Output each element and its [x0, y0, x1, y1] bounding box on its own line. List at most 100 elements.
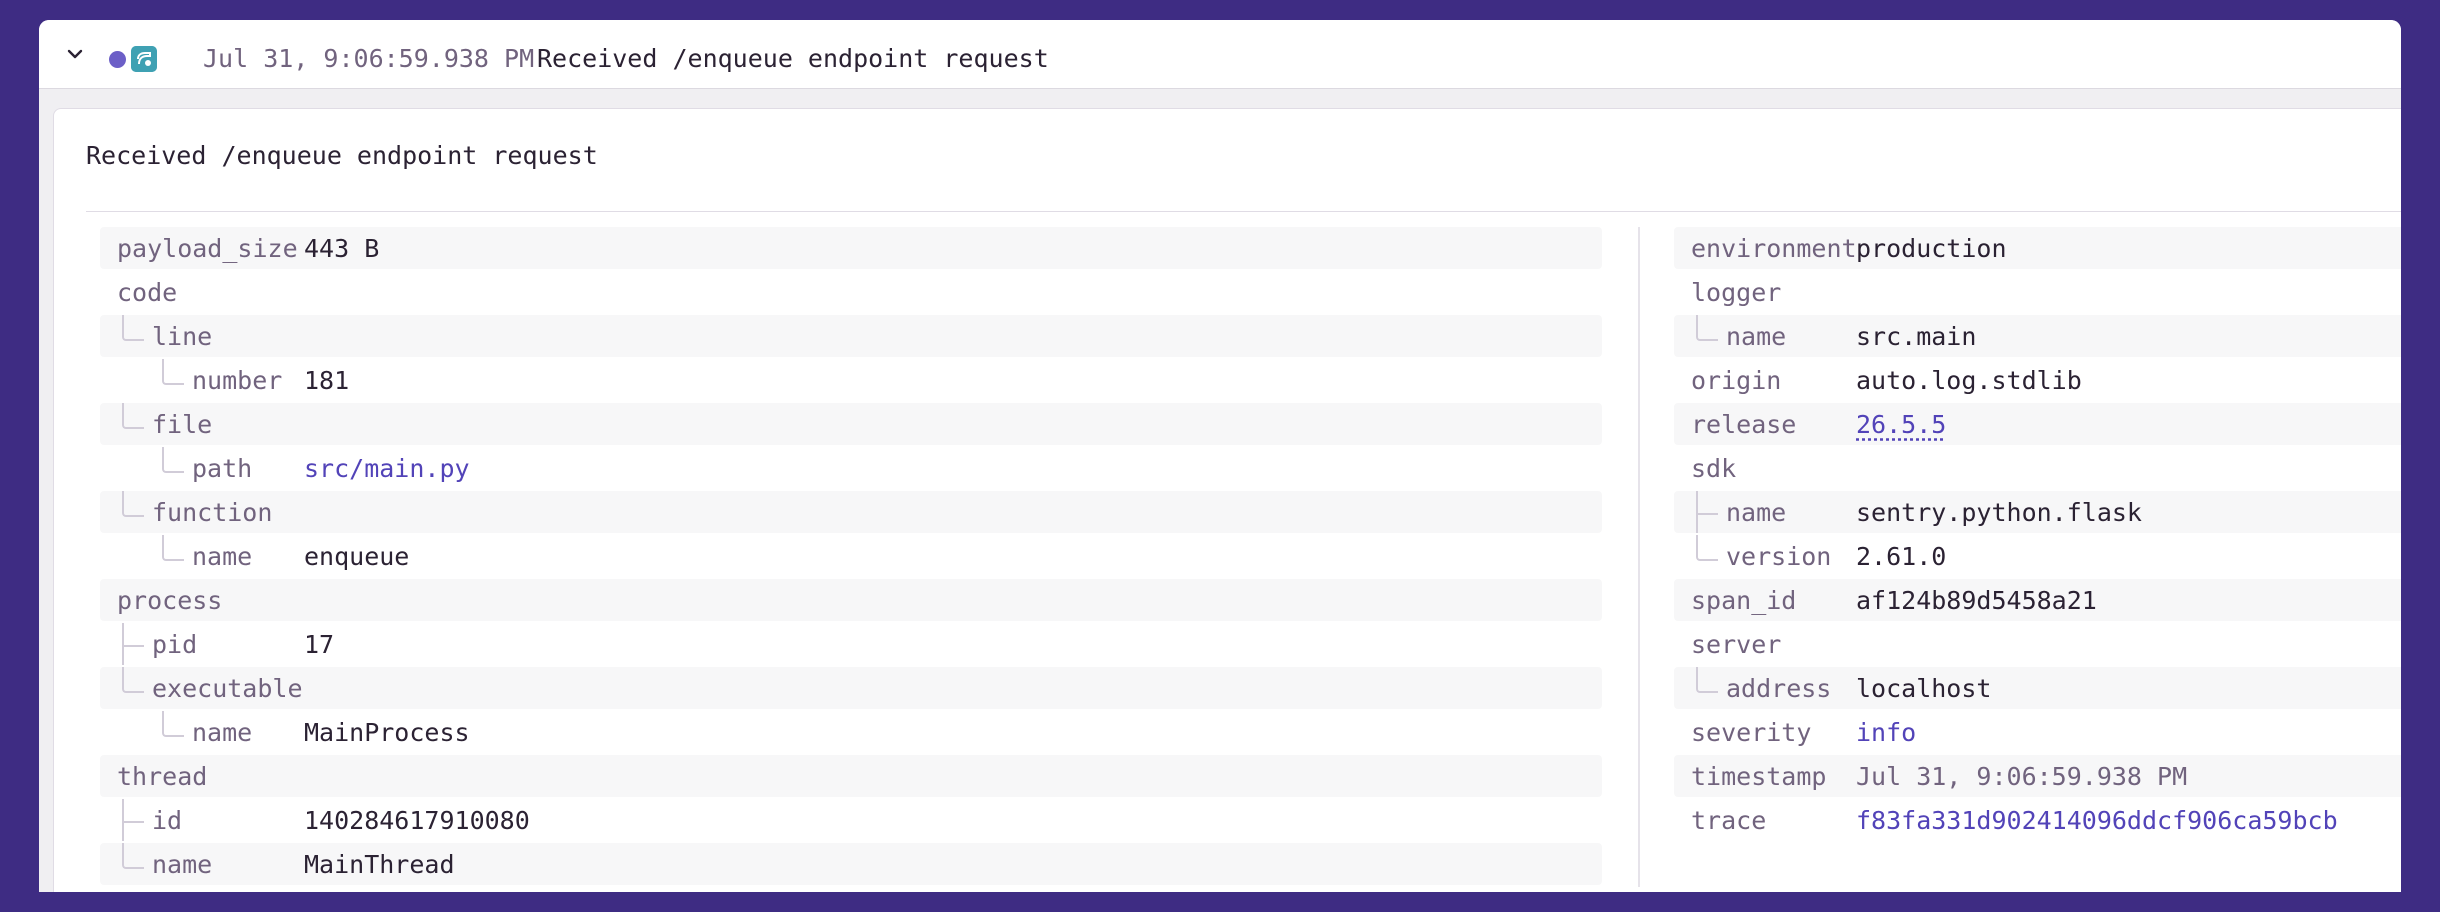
attribute-key: name [1726, 498, 1787, 527]
attribute-row: server [1674, 623, 2401, 665]
attribute-key: file [152, 410, 213, 439]
attribute-row: timestamp Jul 31, 9:06:59.938 PM [1674, 755, 2401, 797]
log-details-card: Received /enqueue endpoint request paylo… [53, 108, 2401, 892]
tree-connector [162, 535, 184, 561]
attribute-row: name MainProcess [100, 711, 1602, 753]
file-path-link[interactable]: src/main.py [304, 454, 470, 483]
attribute-key: address [1726, 674, 1832, 703]
tree-connector [122, 799, 144, 841]
attribute-value: src.main [1856, 322, 1977, 351]
attribute-value: MainThread [304, 850, 455, 879]
attribute-row: name src.main [1674, 315, 2401, 357]
attribute-row: executable [100, 667, 1602, 709]
attribute-row: process [100, 579, 1602, 621]
attribute-key: function [152, 498, 273, 527]
attribute-row: address localhost [1674, 667, 2401, 709]
log-entry-panel: Jul 31, 9:06:59.938 PM Received /enqueue… [39, 20, 2401, 892]
attribute-key: thread [117, 762, 208, 791]
attribute-key: origin [1691, 366, 1782, 395]
attribute-row: name sentry.python.flask [1674, 491, 2401, 533]
tree-connector [1696, 667, 1718, 693]
tree-connector [162, 711, 184, 737]
attribute-row: sdk [1674, 447, 2401, 489]
header-timestamp: Jul 31, 9:06:59.938 PM [203, 44, 535, 73]
attribute-key: version [1726, 542, 1832, 571]
attribute-key: name [192, 542, 253, 571]
log-message-title: Received /enqueue endpoint request [86, 141, 598, 170]
attribute-value: 2.61.0 [1856, 542, 1947, 571]
attribute-row: release 26.5.5 [1674, 403, 2401, 445]
tree-connector [1696, 535, 1718, 561]
attribute-row: function [100, 491, 1602, 533]
attribute-row: thread [100, 755, 1602, 797]
attribute-row: version 2.61.0 [1674, 535, 2401, 577]
attribute-row: name enqueue [100, 535, 1602, 577]
tree-connector [1696, 491, 1718, 533]
attribute-key: environment [1691, 234, 1857, 263]
attribute-row: pid 17 [100, 623, 1602, 665]
attribute-row: path src/main.py [100, 447, 1602, 489]
attribute-key: release [1691, 410, 1797, 439]
attribute-key: payload_size [117, 234, 298, 263]
attribute-key: path [192, 454, 253, 483]
attribute-value: 140284617910080 [304, 806, 530, 835]
attribute-value: sentry.python.flask [1856, 498, 2142, 527]
attribute-key: pid [152, 630, 198, 659]
attribute-value: MainProcess [304, 718, 470, 747]
tree-connector [122, 667, 144, 693]
attribute-key: number [192, 366, 283, 395]
attribute-key: sdk [1691, 454, 1737, 483]
attribute-row: logger [1674, 271, 2401, 313]
attribute-key: severity [1691, 718, 1812, 747]
attribute-row: origin auto.log.stdlib [1674, 359, 2401, 401]
attribute-row: code [100, 271, 1602, 313]
tree-connector [122, 315, 144, 341]
attribute-row: trace f83fa331d902414096ddcf906ca59bcb [1674, 799, 2401, 841]
chevron-down-icon[interactable] [61, 40, 89, 68]
attribute-row: number 181 [100, 359, 1602, 401]
attribute-key: trace [1691, 806, 1767, 835]
release-link[interactable]: 26.5.5 [1856, 410, 1946, 439]
attribute-row: id 140284617910080 [100, 799, 1602, 841]
tree-connector [162, 447, 184, 473]
attribute-row: payload_size 443 B [100, 227, 1602, 269]
attribute-value: production [1856, 234, 2007, 263]
attribute-key: name [152, 850, 213, 879]
attribute-value: af124b89d5458a21 [1856, 586, 2097, 615]
severity-link[interactable]: info [1856, 718, 1916, 747]
attribute-key: line [152, 322, 213, 351]
attribute-key: server [1691, 630, 1782, 659]
attribute-value: 181 [304, 366, 350, 395]
tree-connector [122, 491, 144, 517]
attribute-key: code [117, 278, 178, 307]
attribute-key: name [192, 718, 253, 747]
tree-connector [162, 359, 184, 385]
attribute-row: file [100, 403, 1602, 445]
log-entry-header[interactable]: Jul 31, 9:06:59.938 PM Received /enqueue… [39, 20, 2401, 89]
tree-connector [122, 843, 144, 869]
attribute-row: name MainThread [100, 843, 1602, 885]
attribute-row: environment production [1674, 227, 2401, 269]
attribute-key: id [152, 806, 183, 835]
status-dot [109, 51, 126, 68]
attribute-row: line [100, 315, 1602, 357]
trace-link[interactable]: f83fa331d902414096ddcf906ca59bcb [1856, 806, 2338, 835]
column-divider [1638, 227, 1640, 887]
attribute-key: span_id [1691, 586, 1797, 615]
attribute-value: localhost [1856, 674, 1992, 703]
attribute-value: enqueue [304, 542, 410, 571]
tree-connector [122, 403, 144, 429]
python-icon [131, 46, 157, 72]
attribute-value: 17 [304, 630, 335, 659]
tree-connector [122, 623, 144, 665]
attribute-key: name [1726, 322, 1787, 351]
tree-connector [1696, 315, 1718, 341]
attribute-key: executable [152, 674, 303, 703]
title-divider [86, 211, 2401, 212]
attribute-row: severity info [1674, 711, 2401, 753]
attribute-key: timestamp [1691, 762, 1827, 791]
attribute-row: span_id af124b89d5458a21 [1674, 579, 2401, 621]
attribute-value: Jul 31, 9:06:59.938 PM [1856, 762, 2188, 791]
attribute-key: process [117, 586, 223, 615]
attribute-value: 443 B [304, 234, 380, 263]
